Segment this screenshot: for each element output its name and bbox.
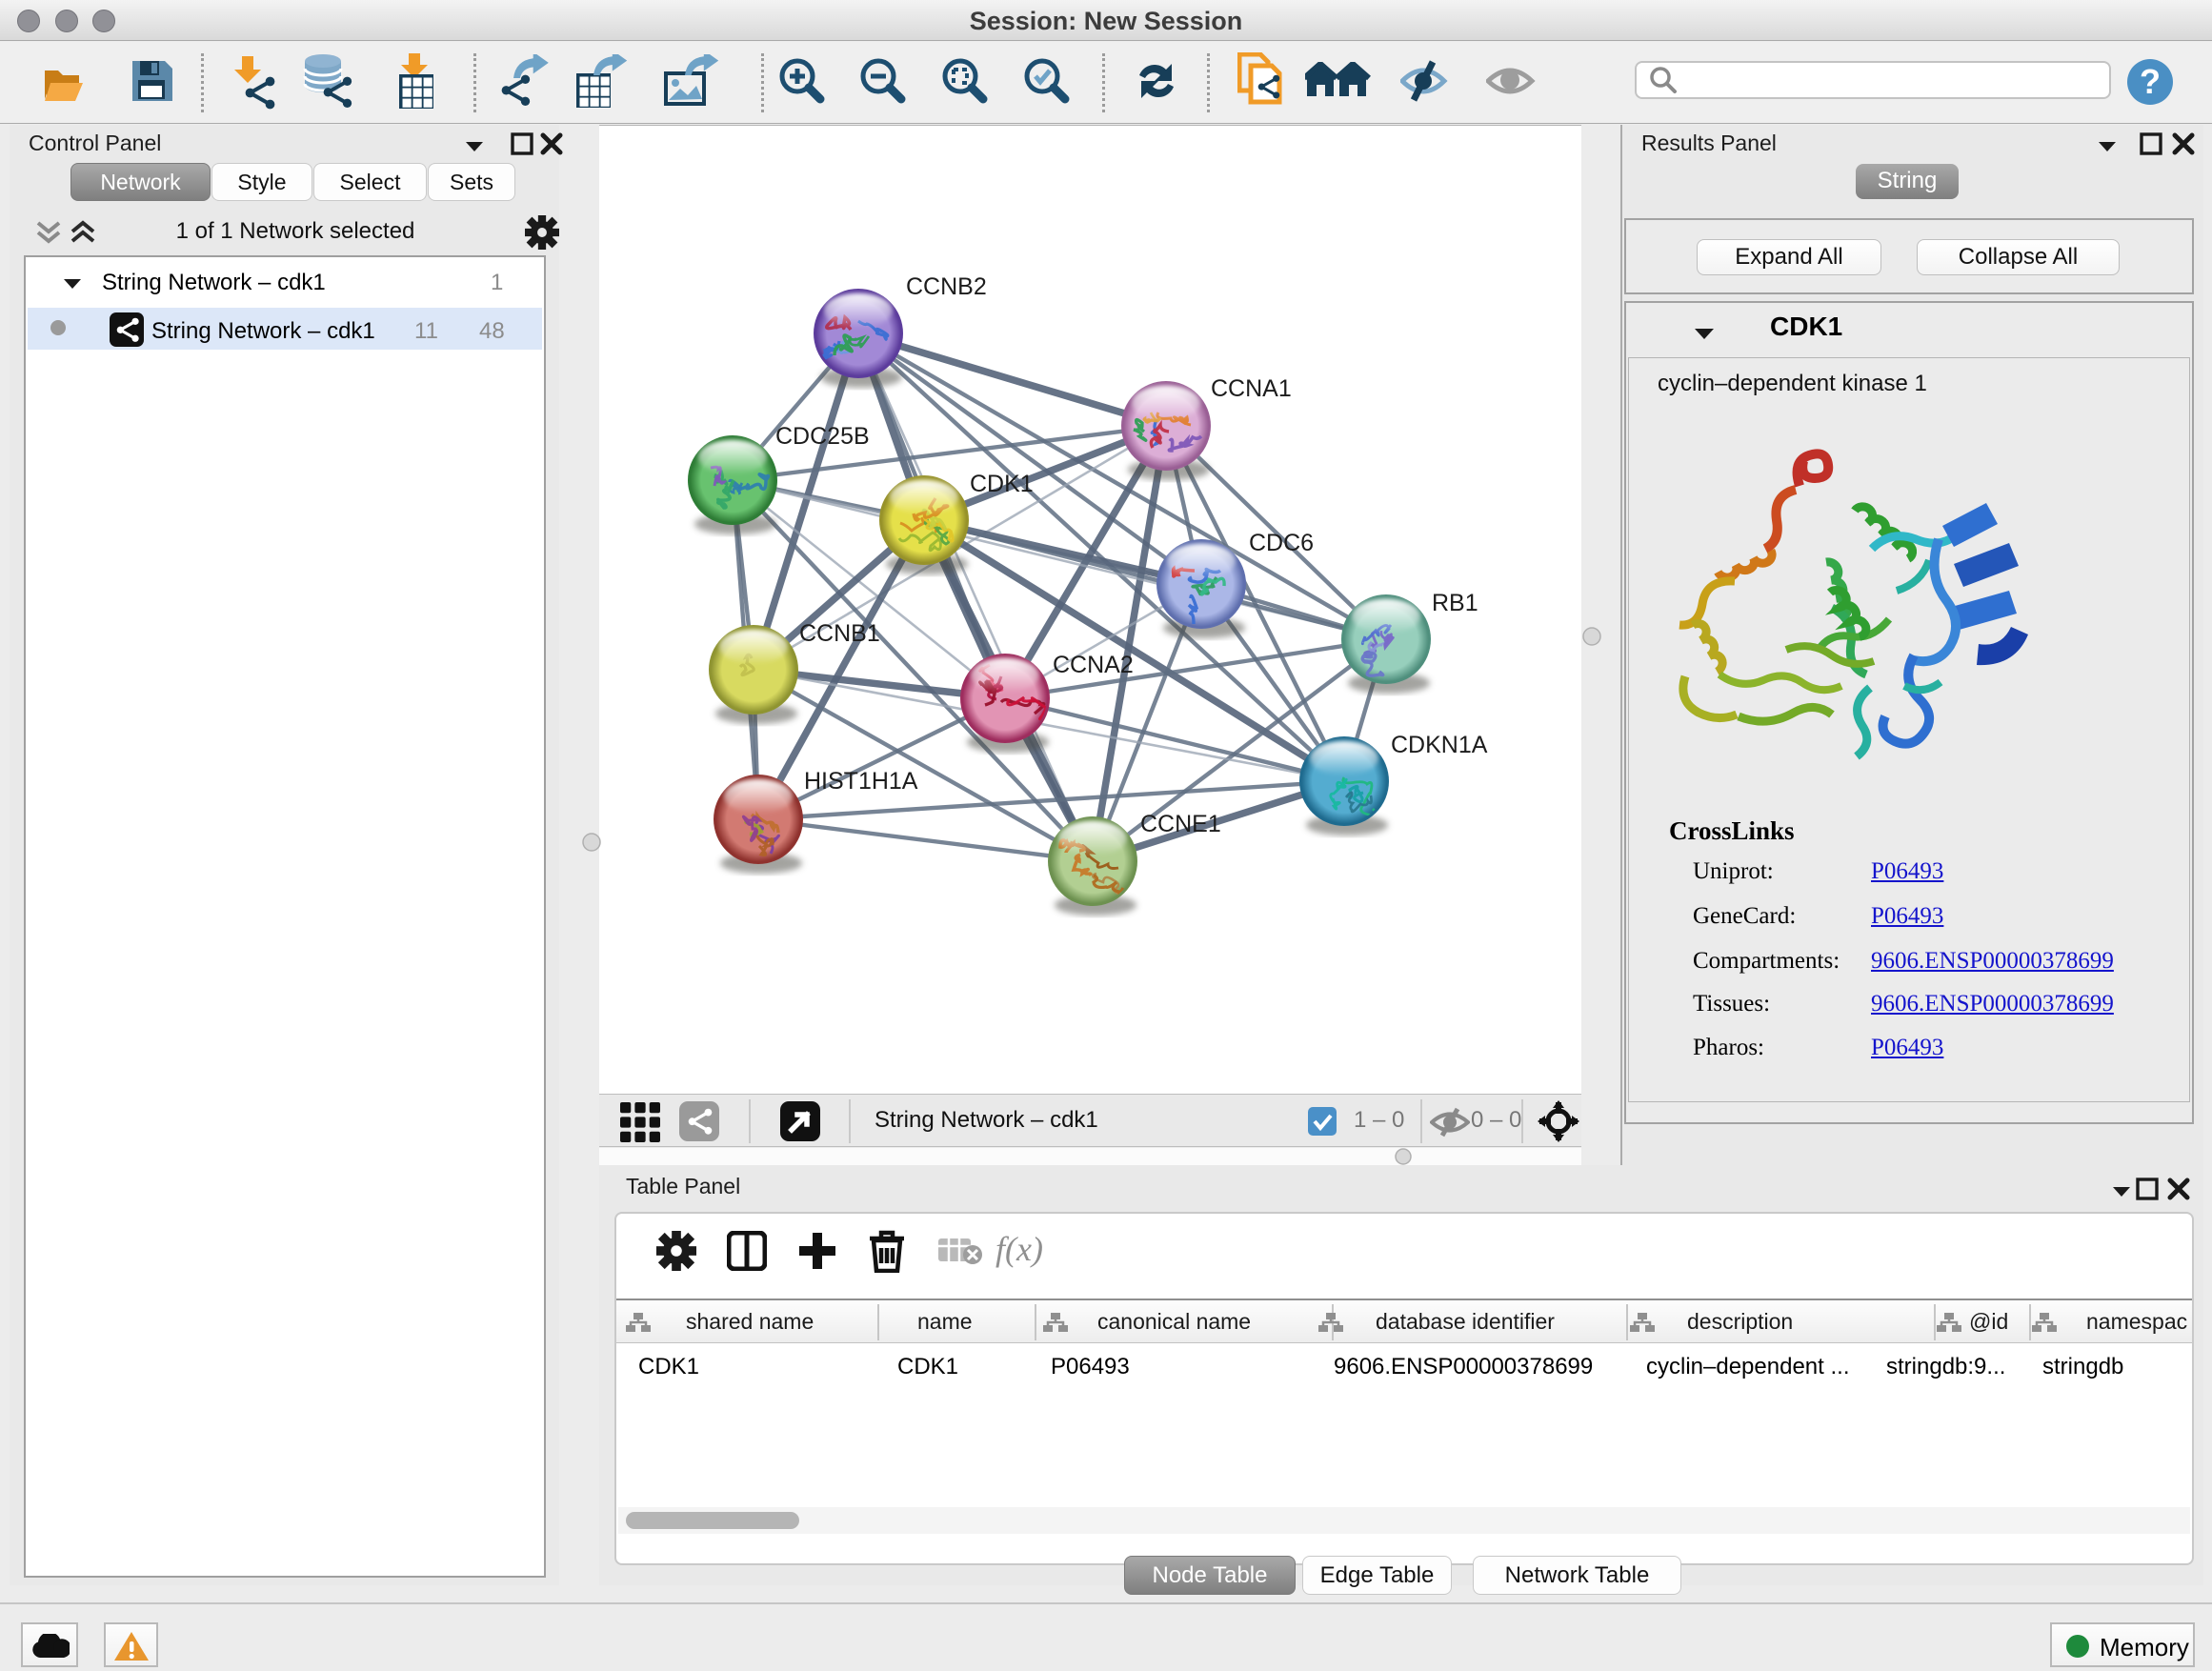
svg-text:CCNB1: CCNB1 <box>799 620 880 647</box>
svg-text:CCNE1: CCNE1 <box>1140 811 1221 837</box>
svg-text:CDKN1A: CDKN1A <box>1391 732 1488 758</box>
svg-text:CDC25B: CDC25B <box>775 423 870 450</box>
svg-text:RB1: RB1 <box>1432 590 1478 616</box>
svg-text:CCNA1: CCNA1 <box>1211 375 1292 402</box>
svg-text:HIST1H1A: HIST1H1A <box>804 768 918 795</box>
svg-text:CCNA2: CCNA2 <box>1053 652 1134 678</box>
svg-text:CDK1: CDK1 <box>970 471 1034 497</box>
svg-text:CCNB2: CCNB2 <box>906 273 987 300</box>
svg-text:CDC6: CDC6 <box>1249 530 1314 556</box>
svg-text:?: ? <box>2140 62 2161 101</box>
